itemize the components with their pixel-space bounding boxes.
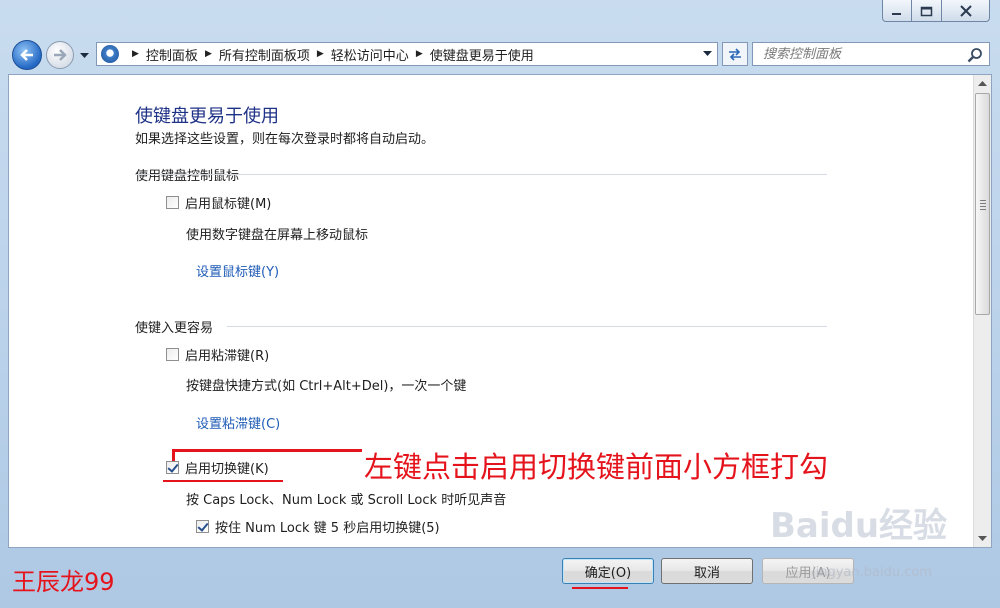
annotation-pointer-line [172,449,175,461]
chevron-down-icon [702,51,712,56]
ok-button[interactable]: 确定(O) [562,558,654,584]
arrow-down-icon [978,535,987,541]
sticky-keys-checkbox[interactable] [166,348,179,361]
sticky-keys-option[interactable]: 启用粘滞键(R) [166,345,269,364]
refresh-icon [729,48,741,61]
toggle-keys-checkbox[interactable] [166,461,179,474]
breadcrumb-control-panel[interactable]: 控制面板 [146,45,198,64]
setup-mouse-keys-link[interactable]: 设置鼠标键(Y) [196,261,279,280]
toggle-keys-label[interactable]: 启用切换键(K) [185,458,269,477]
arrow-left-icon [20,49,33,61]
breadcrumb-current-page[interactable]: 使键盘更易于使用 [430,45,534,64]
sticky-keys-description: 按键盘快捷方式(如 Ctrl+Alt+Del)，一次一个键 [186,379,467,394]
back-button[interactable] [12,40,42,70]
vertical-scrollbar[interactable] [973,75,991,547]
page-title: 使键盘更易于使用 [135,106,279,127]
close-icon [959,4,972,17]
search-icon[interactable] [967,47,983,63]
numlock-toggle-option[interactable]: 按住 Num Lock 键 5 秒启用切换键(5) [196,517,440,536]
search-input[interactable] [761,45,961,63]
chevron-down-icon [79,53,89,58]
breadcrumb-ease-of-access[interactable]: 轻松访问中心 [331,45,409,64]
setup-sticky-keys-link[interactable]: 设置粘滞键(C) [196,413,280,432]
numlock-toggle-checkbox[interactable] [196,520,209,533]
control-panel-icon [101,45,119,63]
scroll-down-button[interactable] [974,530,991,547]
mouse-keys-label[interactable]: 启用鼠标键(M) [185,193,271,212]
annotation-instruction: 左键点击启用切换键前面小方框打勾 [364,450,829,484]
cancel-button[interactable]: 取消 [661,558,753,584]
baidu-watermark-url: jingyan.baidu.com [812,565,932,580]
section-divider [135,174,827,175]
forward-button[interactable] [46,41,74,69]
grip-icon [980,200,986,212]
navigation-bar: ▶ 控制面板 ▶ 所有控制面板项 ▶ 轻松访问中心 ▶ 使键盘更易于使用 [0,38,1000,72]
annotation-underline [572,587,628,589]
section-divider [227,326,827,327]
toggle-keys-description: 按 Caps Lock、Num Lock 或 Scroll Lock 时听见声音 [186,493,507,508]
chevron-right-icon[interactable]: ▶ [416,49,423,59]
recent-pages-dropdown[interactable] [78,50,90,62]
breadcrumb-all-items[interactable]: 所有控制面板项 [219,45,310,64]
annotation-pointer-line [172,449,362,452]
author-signature: 王辰龙99 [12,568,115,596]
mouse-keys-description: 使用数字键盘在屏幕上移动鼠标 [186,228,369,243]
address-history-dropdown[interactable] [697,43,717,65]
address-bar[interactable]: ▶ 控制面板 ▶ 所有控制面板项 ▶ 轻松访问中心 ▶ 使键盘更易于使用 [96,42,718,66]
page-subtitle: 如果选择这些设置，则在每次登录时都将自动启动。 [135,132,435,147]
numlock-toggle-label[interactable]: 按住 Num Lock 键 5 秒启用切换键(5) [215,517,440,536]
chevron-right-icon[interactable]: ▶ [205,49,212,59]
window-caption-buttons [882,0,990,24]
baidu-watermark: Baidu经验 [770,506,948,546]
minimize-button[interactable] [882,0,912,22]
scrollbar-thumb[interactable] [975,93,990,315]
maximize-button[interactable] [912,0,942,22]
arrow-up-icon [978,80,987,86]
section-heading-typing: 使键入更容易 [135,321,214,336]
annotation-underline [163,480,283,482]
chevron-right-icon: ▶ [132,49,139,59]
mouse-keys-option[interactable]: 启用鼠标键(M) [166,193,271,212]
refresh-button[interactable] [722,42,748,66]
sticky-keys-label[interactable]: 启用粘滞键(R) [185,345,269,364]
restore-icon [920,6,932,16]
mouse-keys-checkbox[interactable] [166,196,179,209]
minimize-icon [892,12,901,15]
close-button[interactable] [942,0,990,22]
arrow-right-icon [54,49,67,61]
search-box[interactable] [752,42,990,66]
toggle-keys-option[interactable]: 启用切换键(K) [166,458,269,477]
chevron-right-icon[interactable]: ▶ [317,49,324,59]
scroll-up-button[interactable] [974,75,991,92]
